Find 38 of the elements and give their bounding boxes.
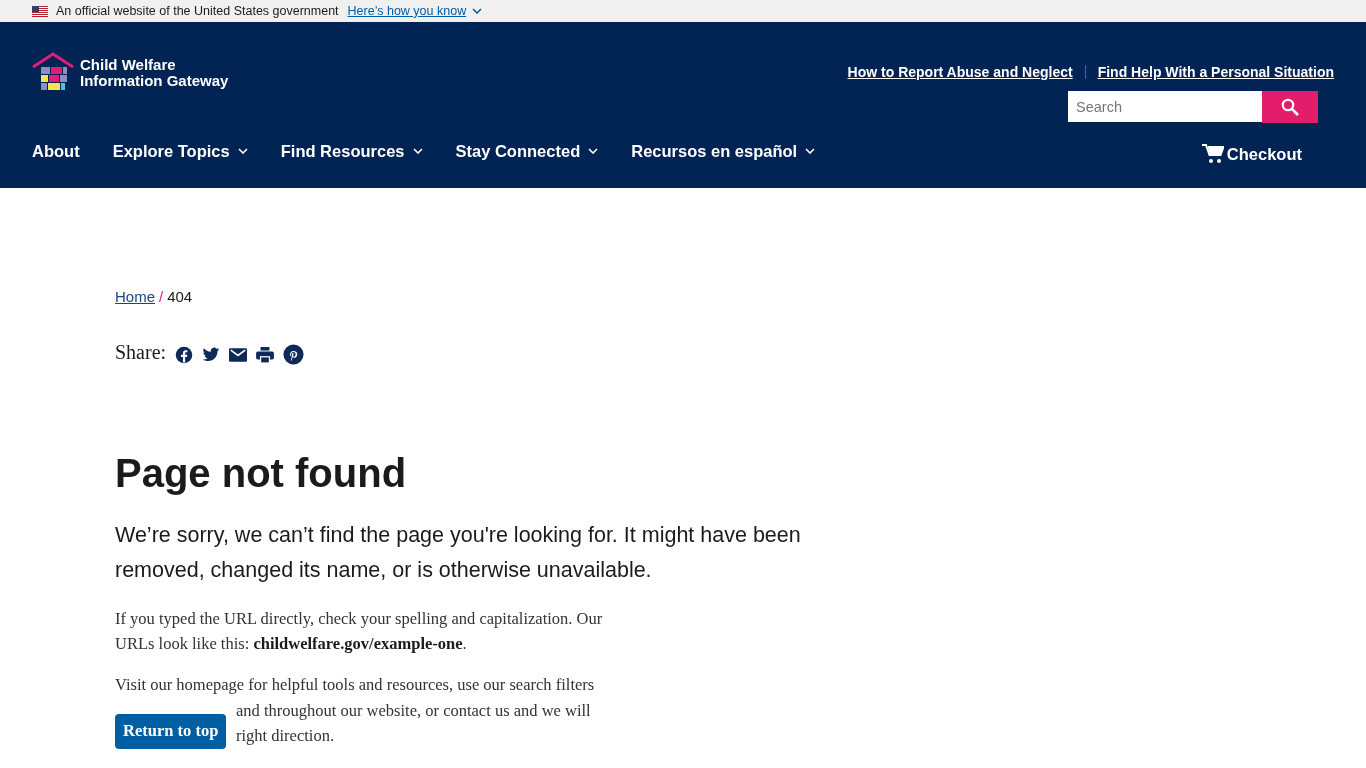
lead-text: We’re sorry, we can’t find the page you're looking for. It might have been removed, changed its name, or is otherwise unavailable. bbox=[115, 522, 802, 584]
search-icon bbox=[1281, 98, 1299, 116]
how-you-know-link[interactable]: Here’s how you know bbox=[347, 4, 483, 18]
nav-item[interactable]: Stay Connected bbox=[455, 141, 599, 161]
print-icon[interactable] bbox=[256, 346, 275, 363]
body-text-line: Visit our homepage for helpful tools and resources, use our search filters bbox=[115, 675, 595, 694]
checkout-link[interactable]: Checkout bbox=[1201, 144, 1302, 164]
us-flag-icon bbox=[32, 5, 48, 17]
caret-icon bbox=[588, 148, 599, 154]
search-button[interactable] bbox=[1262, 91, 1318, 123]
twitter-icon[interactable] bbox=[202, 346, 221, 363]
breadcrumb-link[interactable]: Home bbox=[115, 288, 155, 305]
breadcrumb-current: 404 bbox=[167, 288, 193, 305]
cart-icon bbox=[1201, 144, 1224, 164]
caret-icon bbox=[412, 148, 423, 154]
return-to-top-button[interactable]: Return to top bbox=[115, 714, 227, 749]
nav-item[interactable]: Recursos en español bbox=[631, 141, 816, 161]
utility-link[interactable]: How to Report Abuse and Neglect bbox=[847, 64, 1073, 80]
body-paragraph: If you typed the URL directly, check your spelling and capitalization. Our URLs look like this: childwelfare.gov/example-one. bbox=[115, 608, 604, 655]
body-text-line: right direction. bbox=[236, 726, 335, 745]
body-text-line: and throughout our website, or contact us and we will bbox=[236, 700, 591, 720]
official-website-text: An official website of the United States government bbox=[56, 4, 339, 18]
nav-item[interactable]: Find Resources bbox=[280, 141, 423, 161]
utility-link[interactable]: Find Help With a Personal Situation bbox=[1097, 64, 1334, 80]
nav-item[interactable]: About bbox=[32, 141, 80, 161]
logo-subtitle[interactable]: Information Gateway bbox=[80, 73, 229, 89]
pinterest-icon[interactable] bbox=[283, 344, 305, 365]
caret-icon bbox=[472, 8, 483, 14]
breadcrumb-separator: / bbox=[159, 288, 164, 305]
nav-item[interactable]: Explore Topics bbox=[112, 141, 248, 161]
search-field[interactable]: Search bbox=[1068, 91, 1262, 122]
caret-icon bbox=[805, 148, 816, 154]
page-heading: Page not found bbox=[115, 451, 408, 496]
email-icon[interactable] bbox=[229, 347, 248, 362]
share-label: Share: bbox=[115, 340, 167, 364]
facebook-icon[interactable] bbox=[175, 345, 194, 364]
logo-title[interactable]: Child Welfare bbox=[80, 57, 229, 73]
caret-icon bbox=[237, 148, 248, 154]
